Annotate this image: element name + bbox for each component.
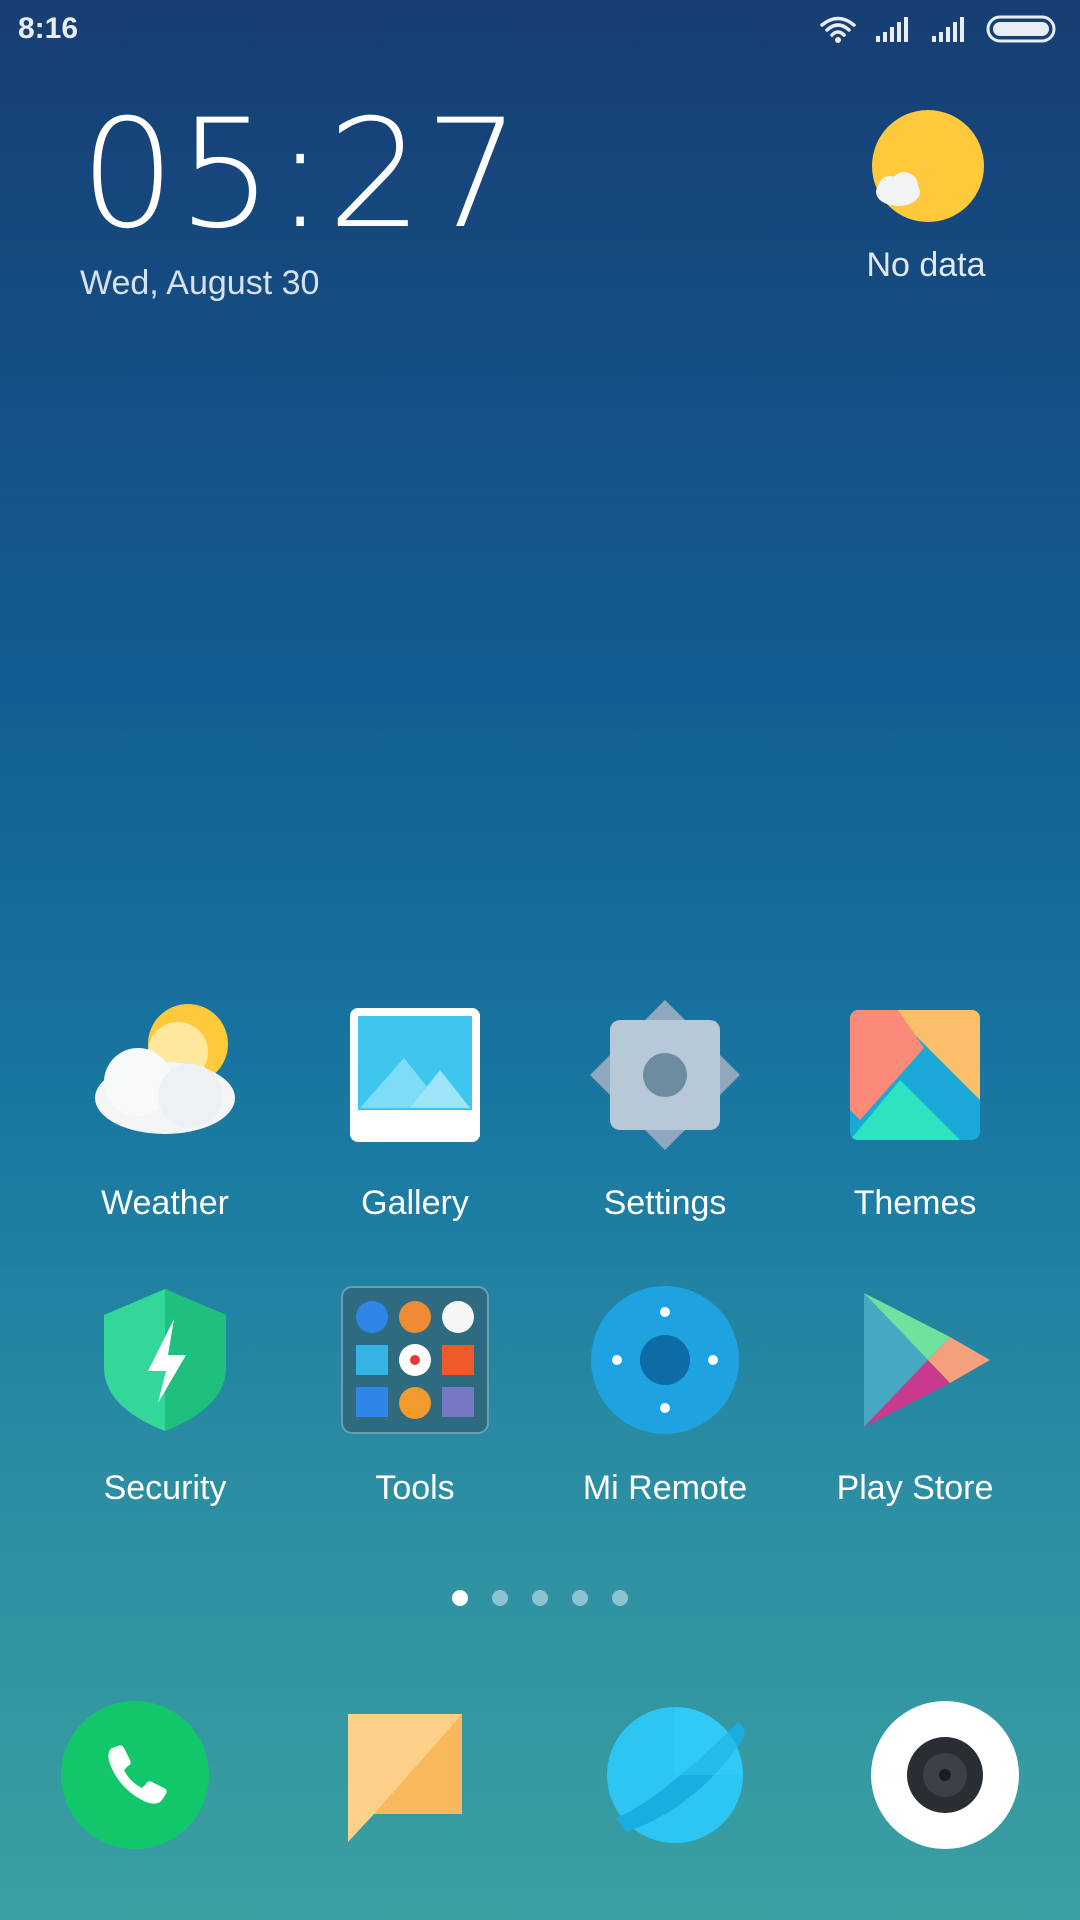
page-dot[interactable] [492,1590,508,1606]
status-time: 8:16 [18,12,79,45]
play-store-icon [840,1285,990,1435]
page-dot[interactable] [572,1590,588,1606]
app-gallery[interactable]: Gallery [305,1000,525,1223]
battery-icon [986,15,1056,43]
app-themes[interactable]: Themes [805,1000,1025,1223]
status-icons [818,14,1058,44]
app-label: Themes [853,1184,977,1222]
app-mi-remote[interactable]: Mi Remote [555,1285,775,1508]
app-weather[interactable]: Weather [55,1000,275,1223]
signal-icon [932,17,964,42]
sun-cloud-icon [872,110,984,222]
app-play-store[interactable]: Play Store [805,1285,1025,1508]
weather-status: No data [866,246,986,284]
page-dot[interactable] [532,1590,548,1606]
app-label: Weather [101,1184,229,1222]
page-dot[interactable] [452,1590,468,1606]
weather-icon [90,1000,240,1150]
app-label: Mi Remote [582,1469,748,1507]
app-grid: Weather Gallery Settings Themes Security… [0,1000,1080,1570]
messages-icon[interactable] [330,1700,480,1850]
app-security[interactable]: Security [55,1285,275,1508]
app-row: Security Tools Mi Remote Play Store [40,1285,1040,1508]
mi-remote-icon [590,1285,740,1435]
page-indicator [0,1590,1080,1606]
app-label: Gallery [361,1184,469,1222]
app-label: Settings [603,1184,727,1222]
app-settings[interactable]: Settings [555,1000,775,1223]
settings-icon [590,1000,740,1150]
app-row: Weather Gallery Settings Themes [40,1000,1040,1223]
clock-date: Wed, August 30 [80,264,320,302]
tools-folder-icon [340,1285,490,1435]
app-label: Play Store [836,1469,994,1507]
security-icon [90,1285,240,1435]
weather-widget[interactable]: No data [856,108,996,285]
themes-icon [840,1000,990,1150]
browser-icon[interactable] [600,1700,750,1850]
phone-icon[interactable] [60,1700,210,1850]
camera-icon[interactable] [870,1700,1020,1850]
status-bar: 8:16 [0,0,1080,60]
app-tools[interactable]: Tools [305,1285,525,1508]
signal-icon [876,17,908,42]
app-label: Tools [375,1469,455,1507]
clock-time: 05:27 [80,88,523,262]
gallery-icon [340,1000,490,1150]
dock [0,1700,1080,1850]
wifi-icon [820,16,856,43]
app-label: Security [103,1469,227,1507]
page-dot[interactable] [612,1590,628,1606]
clock-widget[interactable]: 05:27 Wed, August 30 [80,100,522,303]
